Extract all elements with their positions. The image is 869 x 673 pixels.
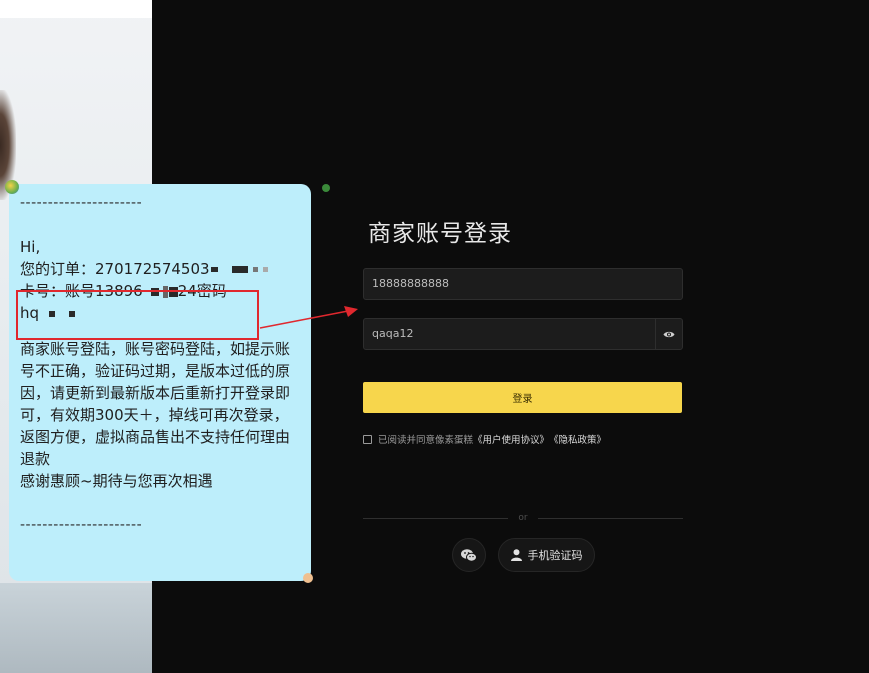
order-number: 270172574503 xyxy=(95,260,210,278)
highlight-box xyxy=(16,290,259,340)
wechat-icon xyxy=(461,548,477,562)
page-title: 商家账号登录 xyxy=(368,221,512,247)
eye-icon xyxy=(663,331,675,337)
account-input-value: 18888888888 xyxy=(372,277,449,290)
divider-text: or xyxy=(518,513,528,523)
user-agreement-link[interactable]: 《用户使用协议》 xyxy=(473,432,549,446)
login-button-label: 登录 xyxy=(512,394,533,405)
order-label: 您的订单： xyxy=(20,260,96,278)
background-photo-bottom xyxy=(0,583,152,673)
arrow-icon xyxy=(259,306,358,329)
agreement-row: 已阅读并同意像素蛋糕 《用户使用协议》 《隐私政策》 xyxy=(363,432,606,446)
thanks-text: 感谢惠顾~期待与您再次相遇 xyxy=(20,472,213,490)
privacy-policy-link[interactable]: 《隐私政策》 xyxy=(549,432,606,446)
redaction-mark xyxy=(262,267,268,272)
password-input-value: qaqa12 xyxy=(372,327,414,340)
dash-separator-top: ---------------------- xyxy=(20,195,143,211)
chat-message-bubble: ---------------------- Hi, 您的订单：27017257… xyxy=(9,184,311,581)
phone-code-login-button[interactable]: 手机验证码 xyxy=(498,538,595,572)
greeting-text: Hi, xyxy=(20,238,41,256)
dash-separator-bottom: ---------------------- xyxy=(20,517,143,533)
agreement-checkbox[interactable] xyxy=(363,434,372,444)
emoji-sticker-icon xyxy=(5,180,19,194)
divider-rule-right xyxy=(537,517,683,519)
redaction-mark xyxy=(210,267,218,272)
top-white-edge xyxy=(0,0,152,18)
redaction-mark xyxy=(232,266,249,273)
agreement-text: 已阅读并同意像素蛋糕 xyxy=(378,435,474,446)
or-divider: or xyxy=(363,512,683,524)
password-input[interactable]: qaqa12 xyxy=(363,318,683,350)
divider-rule-left xyxy=(363,517,509,519)
phone-code-login-label: 手机验证码 xyxy=(527,549,583,562)
corner-sticker-icon xyxy=(303,573,313,583)
leaf-sticker-icon xyxy=(322,184,330,192)
account-input[interactable]: 18888888888 xyxy=(363,268,683,300)
message-body: 商家账号登陆，账号密码登陆，如提示账号不正确，验证码过期，是版本过低的原因，请更… xyxy=(20,340,291,468)
show-password-toggle[interactable] xyxy=(655,319,682,349)
user-icon xyxy=(510,549,522,561)
login-button[interactable]: 登录 xyxy=(363,382,682,413)
redaction-mark xyxy=(253,267,259,272)
order-line: 您的订单：270172574503 xyxy=(20,258,299,280)
wechat-login-button[interactable] xyxy=(452,538,486,572)
